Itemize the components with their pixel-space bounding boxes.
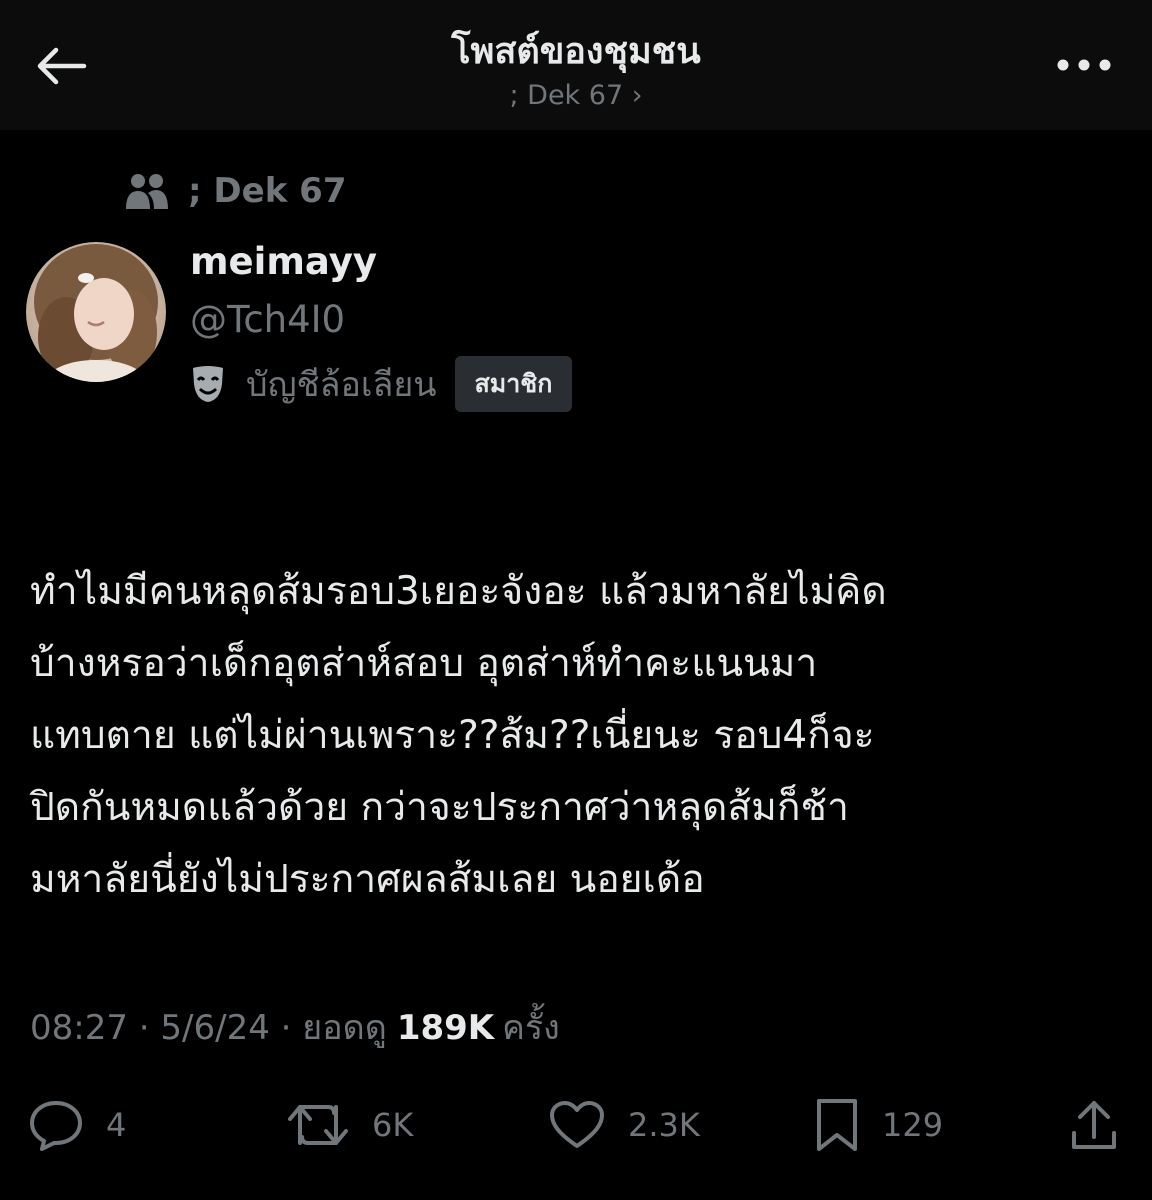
post-meta: 08:27 · 5/6/24 · ยอดดู 189K ครั้ง <box>30 1000 560 1054</box>
repost-button[interactable]: 6K <box>286 1090 413 1160</box>
parody-account-row: บัญชีล้อเลียน สมาชิก <box>190 356 573 412</box>
repost-count: 6K <box>372 1106 414 1144</box>
page-title: โพสต์ของชุมชน <box>451 31 701 72</box>
views-label: ยอดดู <box>302 1008 387 1048</box>
post-date: 5/6/24 <box>160 1008 270 1048</box>
author-handle: @Tch4I0 <box>190 298 346 341</box>
top-bar: โพสต์ของชุมชน ; Dek 67 › <box>0 0 1152 130</box>
author-display-name[interactable]: meimayy <box>190 240 377 283</box>
community-name: ; Dek 67 <box>188 171 347 211</box>
post-time: 08:27 <box>30 1008 128 1048</box>
member-badge: สมาชิก <box>454 356 573 412</box>
avatar[interactable] <box>26 242 166 382</box>
community-breadcrumb[interactable]: ; Dek 67 › <box>0 80 1152 111</box>
bookmark-button[interactable]: 129 <box>814 1090 943 1160</box>
community-people-icon <box>126 174 168 209</box>
community-link[interactable]: ; Dek 67 <box>124 168 346 214</box>
action-bar: 4 6K 2.3K 129 <box>0 1090 1152 1160</box>
like-button[interactable]: 2.3K <box>548 1090 700 1160</box>
post-text: ทำไมมีคนหลุดส้มรอบ3เยอะจังอะ แล้วมหาลัยไ… <box>30 569 887 902</box>
share-button[interactable] <box>1068 1090 1120 1160</box>
more-dots-icon <box>1057 59 1111 71</box>
meta-separator: · <box>127 1008 161 1048</box>
parody-account-label: บัญชีล้อเลียน <box>246 365 437 405</box>
reply-bubble-icon <box>30 1101 82 1151</box>
theater-mask-icon <box>190 362 234 406</box>
views-suffix: ครั้ง <box>502 1008 560 1048</box>
views-count[interactable]: 189K <box>397 1008 494 1048</box>
avatar-image <box>26 242 166 382</box>
like-count: 2.3K <box>628 1106 700 1144</box>
meta-separator: · <box>269 1008 303 1048</box>
heart-icon <box>550 1101 604 1148</box>
repost-icon <box>288 1105 348 1145</box>
bookmark-icon <box>817 1099 857 1151</box>
more-options-button[interactable] <box>1032 40 1112 90</box>
reply-button[interactable]: 4 <box>28 1090 126 1160</box>
bookmark-count: 129 <box>882 1106 944 1144</box>
reply-count: 4 <box>106 1106 127 1144</box>
share-icon <box>1072 1101 1116 1149</box>
